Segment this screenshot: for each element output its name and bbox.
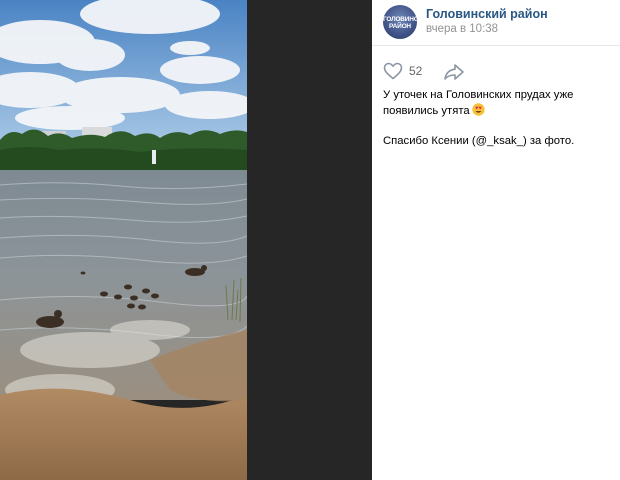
avatar-logo-text: ГОЛОВИНСКИЙ РАЙОН xyxy=(383,16,417,30)
pond-ducks-photo xyxy=(0,0,247,480)
post-panel: ГОЛОВИНСКИЙ РАЙОН Головинский район вчер… xyxy=(372,0,620,480)
heart-outline-icon[interactable] xyxy=(383,62,403,80)
share-arrow-icon[interactable] xyxy=(443,63,465,81)
post-actions: 52 xyxy=(383,62,613,82)
photo-viewer[interactable] xyxy=(0,0,372,480)
author-name-link[interactable]: Головинский район xyxy=(426,7,548,21)
post-header: ГОЛОВИНСКИЙ РАЙОН Головинский район вчер… xyxy=(372,0,620,46)
avatar[interactable]: ГОЛОВИНСКИЙ РАЙОН xyxy=(383,5,417,39)
post-text-paragraph-2: Спасибо Ксении (@_ksak_) за фото. xyxy=(383,135,575,147)
like-count[interactable]: 52 xyxy=(409,64,422,78)
post-text-paragraph-1: У уточек на Головинских прудах уже появи… xyxy=(383,88,615,119)
heart-eyes-emoji-icon xyxy=(471,103,485,116)
post-time-link[interactable]: вчера в 10:38 xyxy=(426,23,498,35)
post-text: У уточек на Головинских прудах уже появи… xyxy=(383,88,615,149)
post-photo[interactable] xyxy=(0,0,247,480)
